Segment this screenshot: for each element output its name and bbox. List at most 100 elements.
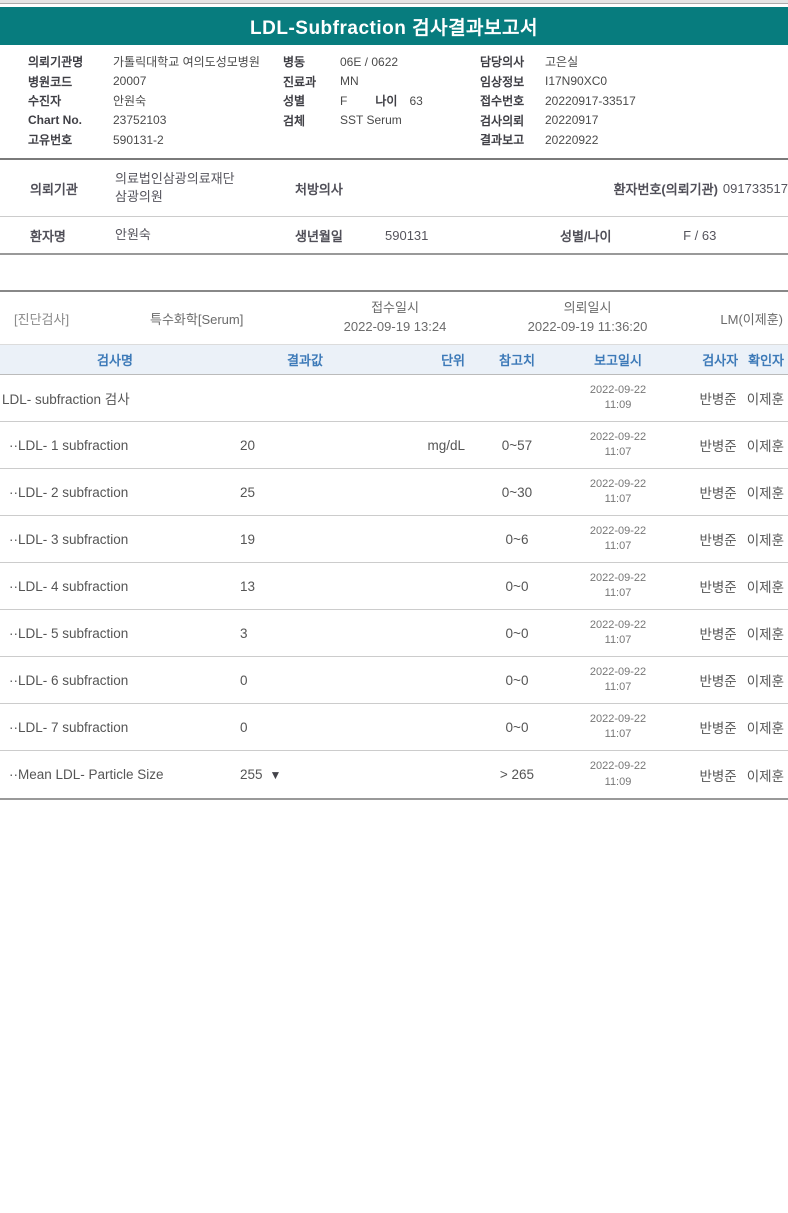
info-label: Chart No.	[28, 113, 82, 128]
test-name-cell: ··LDL- 4 subfraction	[9, 578, 129, 594]
patient-name-value: 안원숙	[115, 227, 151, 243]
verifier-name: 이제훈	[746, 533, 784, 548]
info-row: 수진자 안원숙	[28, 91, 260, 111]
verifier-name: 이제훈	[746, 721, 784, 736]
result-value: 0	[240, 672, 248, 688]
sex-age-value: F / 63	[683, 227, 717, 243]
verifier-name: 이제훈	[746, 768, 784, 784]
report-datetime-cell: 2022-09-22 11:07	[555, 477, 673, 508]
patient-number-group: 환자번호(의뢰기관) 091733517	[560, 179, 788, 198]
info-value: 20220917	[545, 113, 599, 128]
report-page: LDL-Subfraction 검사결과보고서 의뢰기관명 가톨릭대학교 여의도…	[0, 0, 788, 1213]
info-row: 의뢰기관명 가톨릭대학교 여의도성모병원	[28, 52, 260, 72]
tests-section: [진단검사] 특수화학[Serum] 접수일시 2022-09-19 13:24…	[0, 290, 788, 800]
reference-cell: > 265	[499, 767, 535, 782]
birth-date-label: 생년월일	[295, 228, 343, 244]
report-datetime-cell: 2022-09-22 11:07	[555, 618, 673, 649]
column-header-staff: 검사자 확인자	[673, 350, 788, 369]
column-header-verifier: 확인자	[748, 353, 784, 368]
page-title: LDL-Subfraction 검사결과보고서	[250, 17, 538, 39]
reference-cell: 0~0	[505, 578, 529, 594]
report-time: 11:07	[604, 493, 632, 505]
report-date: 2022-09-22	[589, 383, 647, 396]
received-datetime: 접수일시 2022-09-19 13:24	[310, 299, 480, 337]
info-label: 진료과	[283, 74, 317, 89]
report-datetime-cell: 2022-09-22 11:09	[555, 383, 673, 414]
info-column-left: 의뢰기관명 가톨릭대학교 여의도성모병원 병원코드 20007 수진자 안원숙 …	[28, 52, 260, 150]
result-value: 25	[240, 484, 256, 500]
staff-cell: 반병준 이제훈	[673, 529, 788, 549]
staff-cell: 반병준 이제훈	[673, 623, 788, 643]
age-value: 63	[409, 93, 423, 108]
info-value: 20007	[113, 74, 147, 89]
column-header-reference: 참고치	[499, 353, 535, 368]
info-row: 진료과 MN	[283, 72, 423, 92]
info-label: 의뢰기관명	[28, 55, 84, 70]
test-name-cell: ··LDL- 5 subfraction	[9, 625, 129, 641]
tester-name: 반병준	[699, 721, 737, 736]
column-header-tester: 검사자	[702, 353, 739, 368]
table-header-row: 검사명 결과값 단위 참고치 보고일시 검사자 확인자	[0, 344, 788, 375]
unit-cell: mg/dL	[427, 437, 465, 453]
table-row: ··LDL- 2 subfraction 25 0~30 2022-09-22 …	[0, 469, 788, 516]
info-label: 수진자	[28, 94, 62, 109]
result-cell: 3	[230, 626, 380, 641]
agency-line2: 삼광의원	[115, 189, 163, 204]
info-label: 성별	[283, 94, 306, 109]
verifier-name: 이제훈	[746, 439, 784, 454]
result-low-flag-icon: ▼	[269, 767, 282, 782]
info-label: 병동	[283, 55, 306, 70]
report-datetime-cell: 2022-09-22 11:07	[555, 665, 673, 696]
info-row: 검체 SST Serum	[283, 111, 423, 131]
test-name-cell: ··LDL- 6 subfraction	[9, 672, 129, 688]
staff-cell: 반병준 이제훈	[673, 482, 788, 502]
report-date: 2022-09-22	[589, 618, 647, 631]
info-label: 임상정보	[480, 74, 525, 89]
staff-cell: 반병준 이제훈	[673, 717, 788, 737]
birth-date-value: 590131	[385, 227, 429, 243]
info-label: 검사의뢰	[480, 113, 525, 128]
result-cell: 255 ▼	[230, 767, 380, 782]
report-time: 11:09	[604, 399, 632, 411]
report-date: 2022-09-22	[589, 524, 647, 537]
report-date: 2022-09-22	[589, 712, 647, 725]
column-header-test-name: 검사명	[97, 353, 133, 368]
report-datetime-cell: 2022-09-22 11:07	[555, 571, 673, 602]
info-row: 결과보고 20220922	[480, 130, 636, 150]
table-row: LDL- subfraction 검사 2022-09-22 11:09 반병준…	[0, 375, 788, 422]
report-time: 11:07	[604, 634, 632, 646]
info-row: 임상정보 I17N90XC0	[480, 72, 636, 92]
report-datetime-cell: 2022-09-22 11:07	[555, 430, 673, 461]
info-value: I17N90XC0	[545, 74, 608, 89]
info-label: 담당의사	[480, 55, 525, 70]
report-time: 11:07	[604, 587, 632, 599]
info-value: 20220922	[545, 132, 599, 147]
info-label: 접수번호	[480, 94, 525, 109]
reference-cell: 0~57	[501, 437, 533, 453]
age-label: 나이	[375, 94, 398, 109]
lab-signature: LM(이제훈)	[720, 311, 783, 327]
test-name-cell: ··LDL- 7 subfraction	[9, 719, 129, 735]
reference-cell: 0~0	[505, 672, 529, 688]
test-department: 특수화학[Serum]	[150, 311, 244, 327]
staff-cell: 반병준 이제훈	[673, 388, 788, 408]
table-row: ··LDL- 5 subfraction 3 0~0 2022-09-22 11…	[0, 610, 788, 657]
verifier-name: 이제훈	[746, 392, 784, 407]
report-date: 2022-09-22	[589, 665, 647, 678]
sex-age-label: 성별/나이	[560, 228, 612, 244]
info-row: 접수번호 20220917-33517	[480, 91, 636, 111]
result-value: 0	[240, 719, 248, 735]
info-column-right: 담당의사 고은실 임상정보 I17N90XC0 접수번호 20220917-33…	[480, 52, 636, 150]
info-row: 성별 F 나이 63	[283, 91, 423, 111]
test-name-cell: ··LDL- 2 subfraction	[9, 484, 129, 500]
column-header-unit: 단위	[441, 353, 465, 368]
agency-label: 의뢰기관	[30, 181, 78, 197]
column-header-result: 결과값	[287, 353, 323, 368]
verifier-name: 이제훈	[746, 580, 784, 595]
info-column-middle: 병동 06E / 0622 진료과 MN 성별 F 나이 63 검체 SST S…	[283, 52, 423, 130]
test-category: [진단검사]	[14, 311, 70, 327]
result-value: 3	[240, 625, 248, 641]
info-value: 가톨릭대학교 여의도성모병원	[113, 55, 260, 70]
result-value: 255	[240, 767, 263, 782]
info-value: 23752103	[113, 113, 167, 128]
